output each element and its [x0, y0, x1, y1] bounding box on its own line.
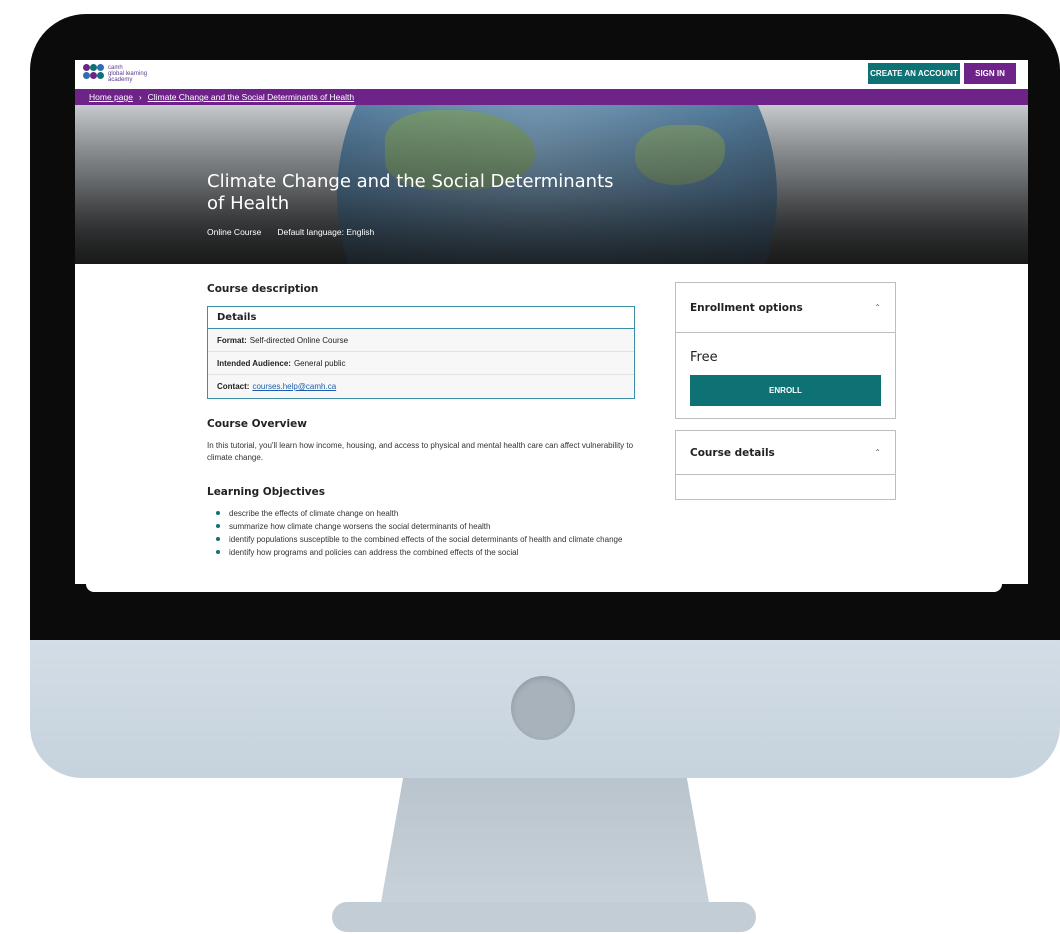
- enrollment-options-card: Enrollment options ⌃ Free ENROLL: [675, 282, 896, 419]
- page-title: Climate Change and the Social Determinan…: [207, 171, 614, 214]
- bullet-icon: [216, 550, 220, 554]
- detail-contact-label: Contact:: [217, 382, 250, 391]
- bullet-icon: [216, 524, 220, 528]
- course-overview-heading: Course Overview: [207, 418, 307, 430]
- list-item-text: describe the effects of climate change o…: [229, 509, 399, 518]
- breadcrumb-chevron-icon: ›: [138, 92, 142, 102]
- list-item: summarize how climate change worsens the…: [207, 521, 647, 532]
- contact-email-link[interactable]: courses.help@camh.ca: [252, 382, 336, 391]
- list-item: describe the effects of climate change o…: [207, 508, 647, 519]
- course-description-heading: Course description: [207, 283, 319, 295]
- list-item-text: summarize how climate change worsens the…: [229, 522, 491, 531]
- chevron-up-icon[interactable]: ⌃: [874, 448, 881, 457]
- detail-audience: Intended Audience: General public: [208, 352, 634, 375]
- monitor-stand-neck: [380, 778, 710, 908]
- detail-audience-value: General public: [293, 358, 346, 368]
- monitor-stand-base: [332, 902, 756, 932]
- course-details-header[interactable]: Course details ⌃: [676, 431, 895, 475]
- bullet-icon: [216, 537, 220, 541]
- breadcrumb-current-link[interactable]: Climate Change and the Social Determinan…: [148, 92, 354, 102]
- logo-text: camh global learning academy: [108, 65, 178, 83]
- list-item: identify populations susceptible to the …: [207, 534, 647, 545]
- detail-format-label: Format:: [217, 335, 247, 345]
- detail-format-value: Self-directed Online Course: [249, 335, 349, 345]
- breadcrumb-home-link[interactable]: Home page: [89, 92, 133, 102]
- list-item: identify how programs and policies can a…: [207, 547, 647, 558]
- screen-bottom-edge: [86, 584, 1002, 592]
- create-account-button[interactable]: CREATE AN ACCOUNT: [868, 63, 960, 84]
- details-heading: Details: [208, 307, 634, 329]
- learning-objectives-heading: Learning Objectives: [207, 486, 326, 498]
- enrollment-options-heading: Enrollment options: [690, 301, 803, 314]
- learning-objectives-list: describe the effects of climate change o…: [207, 508, 647, 560]
- course-meta: Online Course Default language: English: [207, 227, 374, 237]
- monitor-button: [511, 676, 575, 740]
- chevron-up-icon[interactable]: ⌃: [874, 303, 881, 312]
- list-item-text: identify populations susceptible to the …: [229, 535, 623, 544]
- price-label: Free: [690, 350, 718, 365]
- course-language: Default language: English: [277, 227, 375, 237]
- logo-line-3: academy: [108, 76, 133, 83]
- detail-format: Format: Self-directed Online Course: [208, 329, 634, 352]
- enroll-button[interactable]: ENROLL: [690, 375, 881, 406]
- detail-audience-label: Intended Audience:: [217, 358, 291, 368]
- breadcrumb: Home page › Climate Change and the Socia…: [75, 89, 1028, 105]
- course-details-card: Course details ⌃: [675, 430, 896, 500]
- course-details-heading: Course details: [690, 446, 775, 459]
- monitor-screen: camh global learning academy CREATE AN A…: [75, 60, 1028, 584]
- camh-logo[interactable]: camh global learning academy: [83, 64, 178, 83]
- camh-logo-icon: [83, 64, 104, 83]
- course-content: Course description Details Format: Self-…: [75, 264, 1028, 584]
- hero-banner: Climate Change and the Social Determinan…: [75, 105, 1028, 264]
- sign-in-button[interactable]: SIGN IN: [964, 63, 1016, 84]
- bullet-icon: [216, 511, 220, 515]
- details-box: Details Format: Self-directed Online Cou…: [207, 306, 635, 399]
- list-item-text: identify how programs and policies can a…: [229, 548, 519, 557]
- course-overview-text: In this tutorial, you'll learn how incom…: [207, 441, 634, 462]
- detail-contact: Contact: courses.help@camh.ca: [208, 375, 634, 398]
- top-nav-bar: camh global learning academy CREATE AN A…: [75, 60, 1028, 89]
- enrollment-options-header[interactable]: Enrollment options ⌃: [676, 283, 895, 333]
- course-type: Online Course: [207, 227, 262, 237]
